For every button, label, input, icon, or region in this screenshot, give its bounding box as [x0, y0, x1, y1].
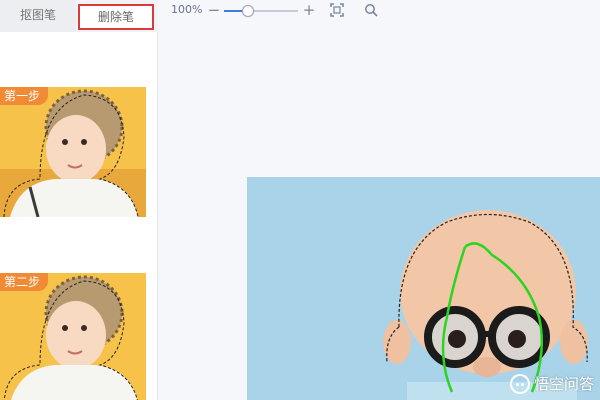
left-panel: 抠图笔 删除笔 第一步 第二步	[0, 0, 158, 400]
magnifier-icon[interactable]	[363, 2, 379, 18]
fit-to-screen-icon[interactable]	[329, 2, 345, 18]
baby-with-glasses-photo	[247, 177, 600, 400]
watermark-text: 悟空问答	[533, 375, 594, 393]
step-badge: 第二步	[0, 273, 49, 291]
baby-with-hat-thumbnail	[0, 87, 146, 217]
tool-tabs: 抠图笔 删除笔	[0, 0, 158, 32]
zoom-out-button[interactable]: −	[206, 2, 222, 18]
zoom-level: 100%	[171, 3, 203, 16]
step-1-image: 第一步	[0, 87, 146, 217]
tab-cutout-pen[interactable]: 抠图笔	[0, 0, 76, 32]
editing-canvas[interactable]: 悟空问答	[247, 177, 600, 400]
zoom-toolbar: 100% − +	[158, 0, 600, 24]
zoom-in-button[interactable]: +	[301, 2, 317, 18]
step-badge: 第一步	[0, 87, 49, 105]
chat-bubble-icon	[509, 373, 530, 394]
zoom-slider-handle[interactable]	[242, 5, 255, 17]
zoom-slider[interactable]	[224, 4, 298, 18]
baby-with-hat-thumbnail	[0, 273, 146, 400]
step-2-image: 第二步	[0, 273, 146, 400]
tab-erase-pen[interactable]: 删除笔	[78, 4, 154, 30]
watermark: 悟空问答	[509, 373, 594, 394]
